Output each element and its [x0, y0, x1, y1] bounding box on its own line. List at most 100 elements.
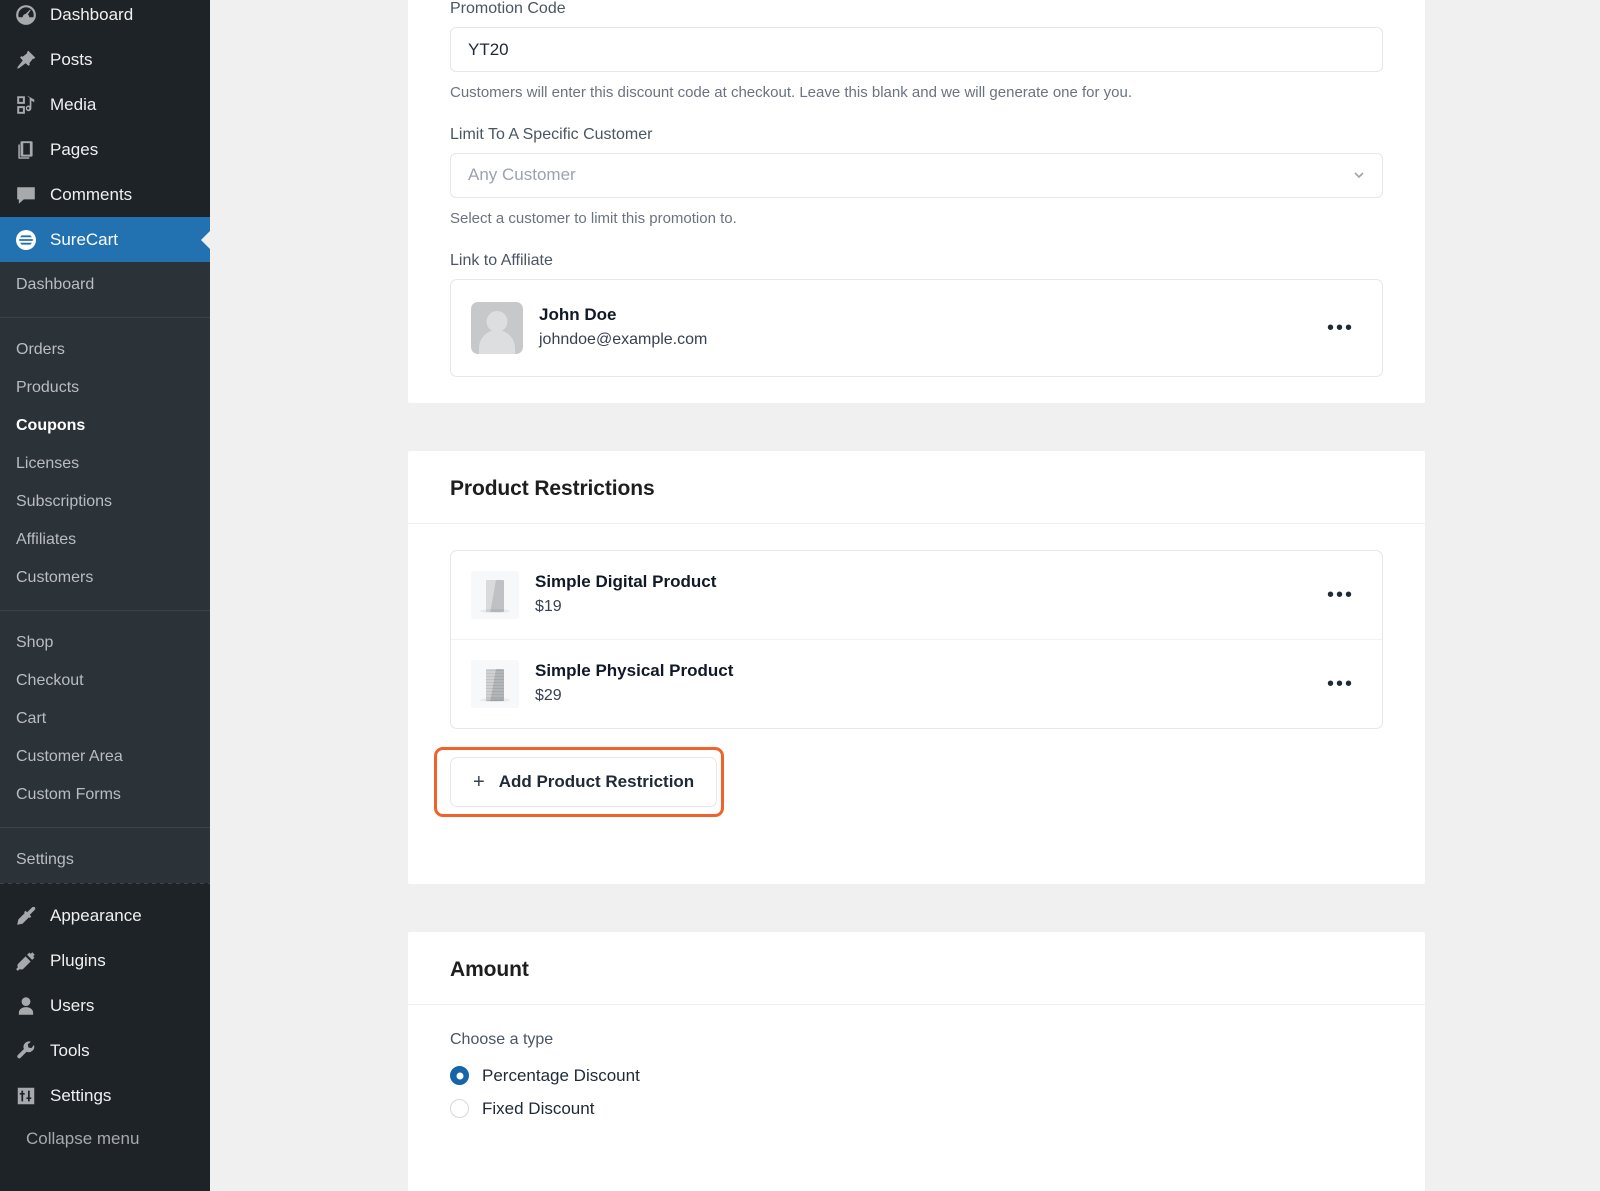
sidebar-item-dashboard[interactable]: Dashboard: [0, 0, 210, 37]
collapse-menu-button[interactable]: Collapse menu: [0, 1118, 210, 1160]
sidebar-item-label: Pages: [50, 141, 98, 158]
product-restrictions-card: Product Restrictions Simple Digital Prod…: [408, 451, 1425, 884]
sidebar-item-label: Comments: [50, 186, 132, 203]
affiliate-name: John Doe: [539, 304, 1303, 327]
sidebar-top-group: Dashboard Posts Media Pages: [0, 0, 210, 262]
sidebar-item-settings[interactable]: Settings: [0, 1073, 210, 1118]
sidebar-item-label: Appearance: [50, 907, 142, 924]
sidebar-item-posts[interactable]: Posts: [0, 37, 210, 82]
appearance-icon: [14, 904, 38, 928]
surecart-submenu: Dashboard Orders Products Coupons Licens…: [0, 262, 210, 883]
sidebar-item-label: Tools: [50, 1042, 90, 1059]
sidebar-item-label: Users: [50, 997, 94, 1014]
comment-icon: [14, 183, 38, 207]
admin-sidebar: Dashboard Posts Media Pages: [0, 0, 210, 1191]
page-title: Product Restrictions: [450, 477, 1383, 501]
user-icon: [14, 994, 38, 1018]
sidebar-item-label: Settings: [50, 1087, 111, 1104]
product-price: $29: [535, 685, 1303, 707]
sidebar-item-coupons[interactable]: Coupons: [0, 407, 210, 445]
radio-percentage-discount[interactable]: Percentage Discount: [450, 1059, 1383, 1092]
submenu-group: Dashboard: [0, 262, 210, 308]
product-menu-button[interactable]: •••: [1319, 581, 1362, 609]
affiliate-panel: John Doe johndoe@example.com •••: [450, 279, 1383, 377]
dashboard-icon: [14, 3, 38, 27]
limit-customer-field: Limit To A Specific Customer Any Custome…: [450, 126, 1383, 230]
submenu-divider: [0, 610, 210, 611]
plus-icon: +: [473, 772, 485, 792]
sidebar-item-media[interactable]: Media: [0, 82, 210, 127]
amount-card: Amount Choose a type Percentage Discount…: [408, 932, 1425, 1191]
collapse-menu-label: Collapse menu: [26, 1129, 139, 1149]
sidebar-item-users[interactable]: Users: [0, 983, 210, 1028]
affiliate-field: Link to Affiliate John Doe johndoe@examp…: [450, 252, 1383, 377]
affiliate-row[interactable]: John Doe johndoe@example.com •••: [451, 280, 1382, 376]
product-name: Simple Digital Product: [535, 571, 1303, 594]
surecart-icon: [14, 228, 38, 252]
limit-customer-value: Any Customer: [468, 165, 576, 185]
sidebar-item-plugins[interactable]: Plugins: [0, 938, 210, 983]
sidebar-bottom-group: Appearance Plugins Users Tools: [0, 884, 210, 1160]
sidebar-item-label: Dashboard: [50, 6, 133, 23]
affiliate-label: Link to Affiliate: [450, 252, 1383, 270]
submenu-group: Shop Checkout Cart Customer Area Custom …: [0, 620, 210, 818]
plugin-icon: [14, 949, 38, 973]
radio-button-icon: [450, 1099, 469, 1118]
add-product-restriction-button[interactable]: + Add Product Restriction: [450, 757, 717, 807]
sidebar-item-shop[interactable]: Shop: [0, 624, 210, 662]
admin-screen: Dashboard Posts Media Pages: [0, 0, 1600, 1191]
choose-type-label: Choose a type: [450, 1031, 1383, 1049]
radio-label: Percentage Discount: [482, 1066, 640, 1086]
submenu-divider: [0, 827, 210, 828]
amount-header: Amount: [408, 932, 1425, 1005]
sidebar-item-checkout[interactable]: Checkout: [0, 662, 210, 700]
avatar: [471, 302, 523, 354]
sidebar-item-sc-settings[interactable]: Settings: [0, 841, 210, 879]
promotion-code-label: Promotion Code: [450, 0, 1383, 18]
promotion-code-field: Promotion Code Customers will enter this…: [450, 0, 1383, 104]
amount-body: Choose a type Percentage Discount Fixed …: [408, 1005, 1425, 1155]
sidebar-item-customer-area[interactable]: Customer Area: [0, 738, 210, 776]
product-thumbnail: [471, 571, 519, 619]
sidebar-item-custom-forms[interactable]: Custom Forms: [0, 776, 210, 814]
amount-title: Amount: [450, 958, 1383, 982]
list-item[interactable]: Simple Digital Product $19 •••: [451, 551, 1382, 639]
product-price: $19: [535, 596, 1303, 618]
product-menu-button[interactable]: •••: [1319, 670, 1362, 698]
sidebar-item-licenses[interactable]: Licenses: [0, 445, 210, 483]
affiliate-email: johndoe@example.com: [539, 329, 1303, 351]
sidebar-item-appearance[interactable]: Appearance: [0, 893, 210, 938]
settings-icon: [14, 1084, 38, 1108]
product-thumbnail: [471, 660, 519, 708]
add-restriction-zone: + Add Product Restriction: [408, 729, 1425, 839]
sidebar-item-subscriptions[interactable]: Subscriptions: [0, 483, 210, 521]
wrench-icon: [14, 1039, 38, 1063]
sidebar-item-sc-dashboard[interactable]: Dashboard: [0, 266, 210, 304]
sidebar-item-label: SureCart: [50, 231, 118, 248]
sidebar-item-affiliates[interactable]: Affiliates: [0, 521, 210, 559]
radio-button-icon: [450, 1066, 469, 1085]
product-name: Simple Physical Product: [535, 660, 1303, 683]
list-item[interactable]: Simple Physical Product $29 •••: [451, 639, 1382, 728]
promotion-code-input[interactable]: [450, 27, 1383, 72]
sidebar-item-label: Posts: [50, 51, 93, 68]
sidebar-item-label: Plugins: [50, 952, 106, 969]
main-content: Promotion Code Customers will enter this…: [210, 0, 1600, 1191]
radio-fixed-discount[interactable]: Fixed Discount: [450, 1092, 1383, 1125]
sidebar-item-comments[interactable]: Comments: [0, 172, 210, 217]
affiliate-menu-button[interactable]: •••: [1319, 314, 1362, 342]
product-restrictions-header: Product Restrictions: [408, 451, 1425, 524]
sidebar-item-customers[interactable]: Customers: [0, 559, 210, 597]
sidebar-item-orders[interactable]: Orders: [0, 331, 210, 369]
submenu-group: Orders Products Coupons Licenses Subscri…: [0, 327, 210, 601]
radio-label: Fixed Discount: [482, 1099, 594, 1119]
pin-icon: [14, 48, 38, 72]
product-restrictions-body: Simple Digital Product $19 ••• Simple Ph…: [408, 524, 1425, 729]
sidebar-item-pages[interactable]: Pages: [0, 127, 210, 172]
sidebar-item-cart[interactable]: Cart: [0, 700, 210, 738]
sidebar-item-products[interactable]: Products: [0, 369, 210, 407]
sidebar-item-surecart[interactable]: SureCart: [0, 217, 210, 262]
sidebar-item-tools[interactable]: Tools: [0, 1028, 210, 1073]
limit-customer-select[interactable]: Any Customer: [450, 153, 1383, 198]
sidebar-item-label: Media: [50, 96, 96, 113]
